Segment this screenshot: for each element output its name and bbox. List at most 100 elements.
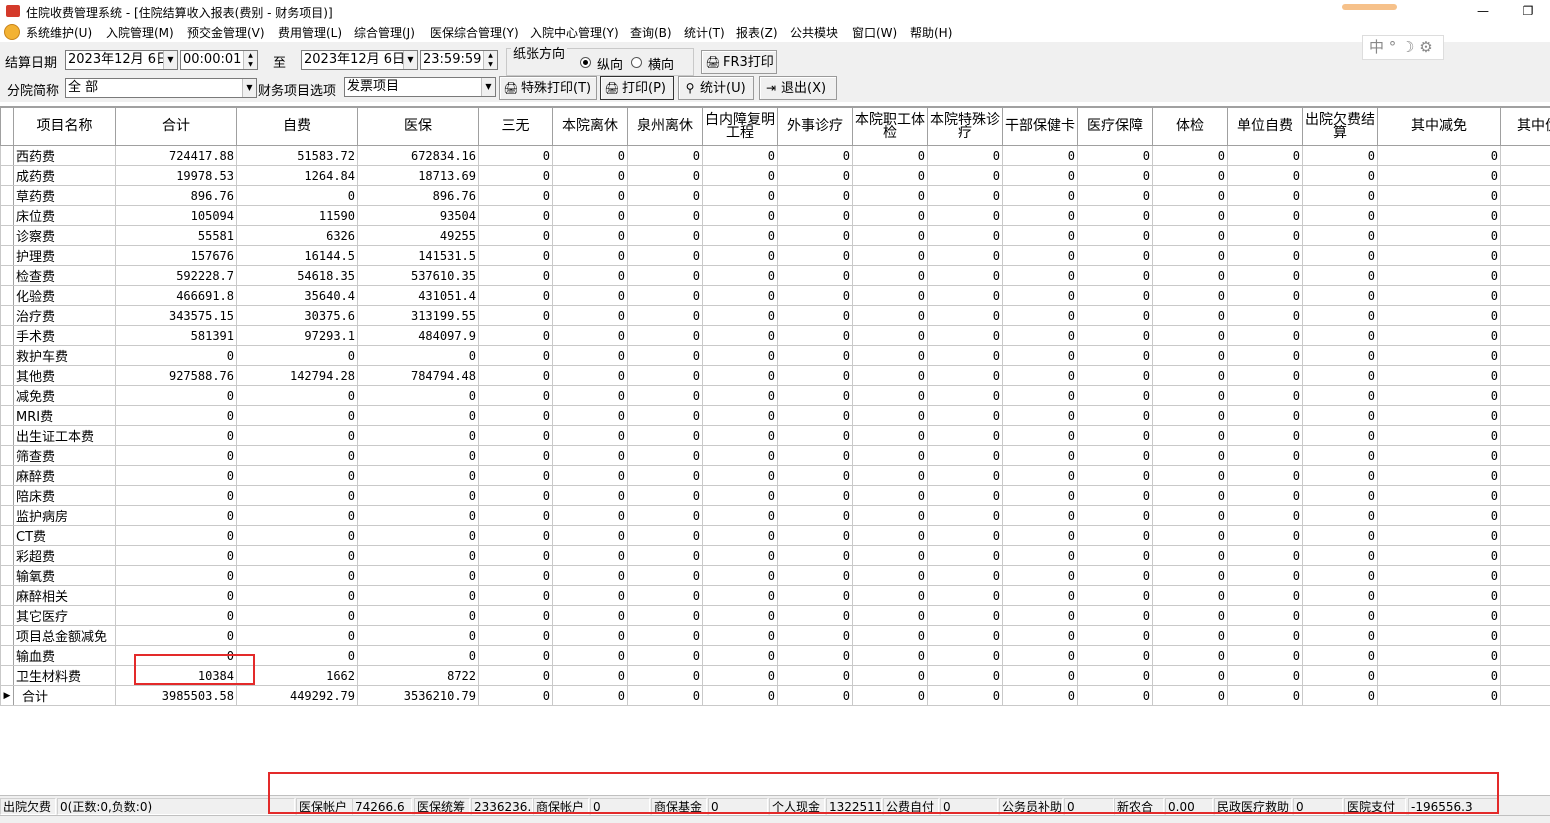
value-cell[interactable]: 0: [852, 345, 928, 366]
menu-item[interactable]: 入院管理(M): [106, 24, 174, 41]
value-cell[interactable]: 0: [702, 405, 778, 426]
value-cell[interactable]: 0: [852, 205, 928, 226]
value-cell[interactable]: 0: [927, 605, 1003, 626]
value-cell[interactable]: 0: [1002, 325, 1078, 346]
value-cell[interactable]: 0: [1377, 405, 1501, 426]
value-cell[interactable]: 0: [777, 385, 853, 406]
table-row[interactable]: 减免费00000000000000000: [0, 385, 1550, 406]
value-cell[interactable]: 313199.55: [357, 305, 479, 326]
value-cell[interactable]: 0: [702, 385, 778, 406]
value-cell[interactable]: 0: [927, 545, 1003, 566]
value-cell[interactable]: 0: [1377, 525, 1501, 546]
value-cell[interactable]: 0: [852, 485, 928, 506]
value-cell[interactable]: 0: [627, 465, 703, 486]
value-cell[interactable]: 0: [627, 505, 703, 526]
item-name-cell[interactable]: 筛查费: [13, 445, 116, 466]
value-cell[interactable]: 0: [357, 585, 479, 606]
value-cell[interactable]: 0: [552, 305, 628, 326]
value-cell[interactable]: 0: [1500, 285, 1550, 306]
value-cell[interactable]: 0: [852, 285, 928, 306]
value-cell[interactable]: 0: [927, 685, 1003, 706]
item-name-cell[interactable]: 彩超费: [13, 545, 116, 566]
value-cell[interactable]: 0: [927, 445, 1003, 466]
value-cell[interactable]: 0: [1377, 665, 1501, 686]
value-cell[interactable]: 0: [1152, 385, 1228, 406]
value-cell[interactable]: 0: [1302, 505, 1378, 526]
ime-indicator[interactable]: 中 ° ☽ ⚙: [1362, 35, 1444, 60]
value-cell[interactable]: 0: [478, 325, 553, 346]
column-header[interactable]: 医保: [357, 107, 479, 146]
value-cell[interactable]: 0: [1500, 565, 1550, 586]
value-cell[interactable]: 0: [552, 565, 628, 586]
item-name-cell[interactable]: 成药费: [13, 165, 116, 186]
value-cell[interactable]: 0: [927, 185, 1003, 206]
value-cell[interactable]: 0: [927, 265, 1003, 286]
value-cell[interactable]: 0: [1500, 425, 1550, 446]
value-cell[interactable]: 0: [852, 325, 928, 346]
value-cell[interactable]: 16144.5: [236, 245, 358, 266]
value-cell[interactable]: 0: [777, 145, 853, 166]
value-cell[interactable]: 0: [1077, 565, 1153, 586]
value-cell[interactable]: 0: [852, 185, 928, 206]
value-cell[interactable]: 0: [1077, 485, 1153, 506]
column-header[interactable]: 其中减免: [1377, 107, 1501, 146]
value-cell[interactable]: 0: [927, 465, 1003, 486]
menu-item[interactable]: 医保综合管理(Y): [430, 24, 519, 41]
value-cell[interactable]: 0: [552, 365, 628, 386]
value-cell[interactable]: 0: [1302, 545, 1378, 566]
table-row[interactable]: MRI费00000000000000000: [0, 405, 1550, 426]
value-cell[interactable]: 0: [1377, 425, 1501, 446]
value-cell[interactable]: 0: [357, 405, 479, 426]
value-cell[interactable]: 0: [1500, 465, 1550, 486]
system-menu-icon[interactable]: [4, 24, 20, 40]
finance-item-select[interactable]: 发票项目 ▼: [344, 77, 496, 97]
value-cell[interactable]: 0: [1152, 545, 1228, 566]
value-cell[interactable]: 0: [1077, 525, 1153, 546]
value-cell[interactable]: 105094: [115, 205, 237, 226]
value-cell[interactable]: 0: [552, 325, 628, 346]
value-cell[interactable]: 51583.72: [236, 145, 358, 166]
value-cell[interactable]: 0: [1002, 685, 1078, 706]
table-row[interactable]: 出生证工本费00000000000000000: [0, 425, 1550, 446]
value-cell[interactable]: 0: [1302, 365, 1378, 386]
value-cell[interactable]: 0: [1377, 545, 1501, 566]
value-cell[interactable]: 0: [627, 425, 703, 446]
item-name-cell[interactable]: 输血费: [13, 645, 116, 666]
value-cell[interactable]: 0: [702, 305, 778, 326]
value-cell[interactable]: 0: [1152, 645, 1228, 666]
value-cell[interactable]: 0: [1002, 345, 1078, 366]
value-cell[interactable]: 0: [1500, 165, 1550, 186]
value-cell[interactable]: 0: [1002, 145, 1078, 166]
table-row[interactable]: 西药费 724417.88 51583.72 672834.16 0 0 0 0 0 0 0 0 0 0 0…: [0, 145, 1550, 166]
restore-button[interactable]: ❐: [1515, 2, 1541, 20]
value-cell[interactable]: 0: [777, 285, 853, 306]
value-cell[interactable]: 0: [777, 425, 853, 446]
value-cell[interactable]: 0: [1302, 405, 1378, 426]
value-cell[interactable]: 0: [627, 185, 703, 206]
value-cell[interactable]: 0: [1302, 205, 1378, 226]
value-cell[interactable]: 0: [627, 605, 703, 626]
menu-item[interactable]: 综合管理(J): [354, 24, 415, 41]
value-cell[interactable]: 0: [552, 525, 628, 546]
value-cell[interactable]: 0: [552, 145, 628, 166]
value-cell[interactable]: 0: [552, 505, 628, 526]
value-cell[interactable]: 0: [1500, 405, 1550, 426]
value-cell[interactable]: 35640.4: [236, 285, 358, 306]
value-cell[interactable]: 0: [1077, 145, 1153, 166]
value-cell[interactable]: 0: [1002, 305, 1078, 326]
value-cell[interactable]: 927588.76: [115, 365, 237, 386]
value-cell[interactable]: 0: [1002, 405, 1078, 426]
table-row[interactable]: 其它医疗00000000000000000: [0, 605, 1550, 626]
item-name-cell[interactable]: 输氧费: [13, 565, 116, 586]
value-cell[interactable]: 8722: [357, 665, 479, 686]
value-cell[interactable]: 0: [627, 585, 703, 606]
value-cell[interactable]: 0: [115, 405, 237, 426]
value-cell[interactable]: 896.76: [115, 185, 237, 206]
value-cell[interactable]: 0: [627, 285, 703, 306]
column-header[interactable]: 本院职工体检: [852, 107, 928, 146]
value-cell[interactable]: 6326: [236, 225, 358, 246]
value-cell[interactable]: 0: [1002, 585, 1078, 606]
value-cell[interactable]: 0: [478, 505, 553, 526]
start-time-field[interactable]: 00:00:01 ▲ ▼: [180, 50, 258, 70]
column-header[interactable]: 出院欠费结算: [1302, 107, 1378, 146]
